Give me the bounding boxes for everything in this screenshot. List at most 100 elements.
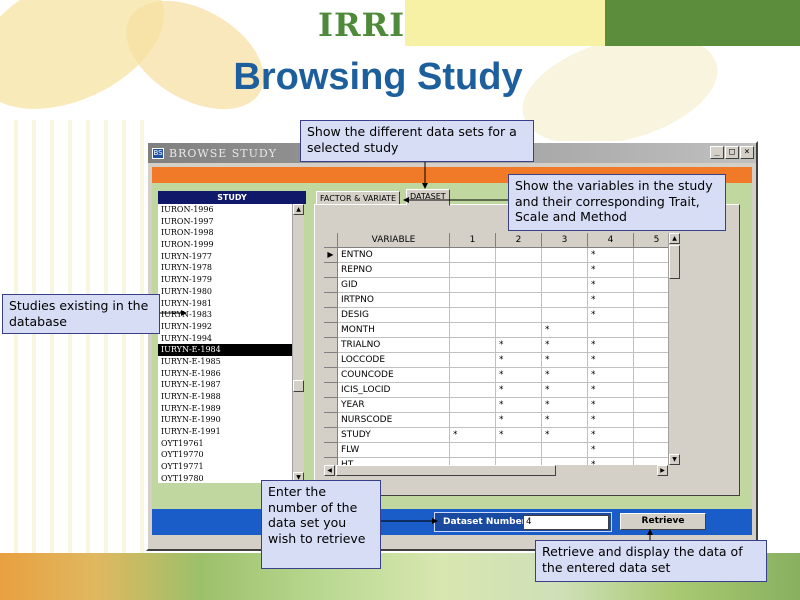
variable-name-cell[interactable]: COUNCODE — [338, 368, 450, 383]
study-list-item[interactable]: OYT19770 — [158, 449, 292, 461]
row-selector[interactable] — [324, 293, 338, 308]
dataset-mark-cell[interactable] — [450, 458, 496, 465]
study-list-item[interactable]: IURYN-E-1986 — [158, 368, 292, 380]
table-row[interactable]: REPNO * — [324, 263, 680, 278]
row-selector[interactable] — [324, 383, 338, 398]
scroll-left-icon[interactable]: ◀ — [324, 465, 335, 476]
row-selector[interactable] — [324, 413, 338, 428]
grid-vertical-scrollbar[interactable]: ▲ ▼ — [668, 233, 680, 465]
close-button[interactable]: × — [740, 146, 754, 159]
dataset-mark-cell[interactable]: * — [588, 308, 634, 323]
table-row[interactable]: STUDY * * * * — [324, 428, 680, 443]
grid-column-header[interactable]: 1 — [450, 233, 496, 248]
scroll-thumb[interactable] — [669, 245, 680, 279]
dataset-mark-cell[interactable]: * — [542, 383, 588, 398]
study-list-item[interactable]: IURYN-E-1990 — [158, 414, 292, 426]
dataset-mark-cell[interactable]: * — [496, 398, 542, 413]
dataset-mark-cell[interactable] — [450, 353, 496, 368]
dataset-mark-cell[interactable] — [496, 443, 542, 458]
dataset-mark-cell[interactable]: * — [542, 368, 588, 383]
dataset-mark-cell[interactable]: * — [588, 263, 634, 278]
row-selector[interactable] — [324, 458, 338, 465]
scroll-thumb[interactable] — [336, 465, 556, 476]
study-list-item[interactable]: IURYN-E-1988 — [158, 391, 292, 403]
study-list-item[interactable]: IURON-1999 — [158, 239, 292, 251]
dataset-mark-cell[interactable] — [450, 248, 496, 263]
dataset-mark-cell[interactable] — [450, 368, 496, 383]
dataset-mark-cell[interactable] — [496, 248, 542, 263]
row-selector[interactable] — [324, 263, 338, 278]
variable-name-cell[interactable]: REPNO — [338, 263, 450, 278]
dataset-mark-cell[interactable]: * — [496, 368, 542, 383]
dataset-mark-cell[interactable]: * — [588, 383, 634, 398]
table-row[interactable]: ▶ ENTNO * — [324, 248, 680, 263]
dataset-mark-cell[interactable]: * — [588, 413, 634, 428]
dataset-mark-cell[interactable]: * — [588, 293, 634, 308]
study-list-item[interactable]: IURYN-1977 — [158, 251, 292, 263]
study-list-item[interactable]: IURON-1996 — [158, 204, 292, 216]
study-list-item[interactable]: IURYN-1980 — [158, 286, 292, 298]
study-list-item[interactable]: IURON-1997 — [158, 216, 292, 228]
scroll-up-icon[interactable]: ▲ — [669, 233, 680, 244]
study-list-scrollbar[interactable]: ▲ ▼ — [292, 204, 304, 483]
dataset-mark-cell[interactable] — [542, 263, 588, 278]
row-selector[interactable] — [324, 323, 338, 338]
row-selector[interactable] — [324, 338, 338, 353]
table-row[interactable]: COUNCODE * * * — [324, 368, 680, 383]
dataset-mark-cell[interactable]: * — [542, 413, 588, 428]
grid-horizontal-scrollbar[interactable]: ◀ ▶ — [324, 465, 680, 476]
grid-column-header[interactable]: 4 — [588, 233, 634, 248]
grid-column-header[interactable]: 3 — [542, 233, 588, 248]
table-row[interactable]: LOCCODE * * * — [324, 353, 680, 368]
dataset-mark-cell[interactable]: * — [588, 458, 634, 465]
dataset-mark-cell[interactable]: * — [588, 443, 634, 458]
study-list-item[interactable]: OYT19771 — [158, 461, 292, 473]
dataset-mark-cell[interactable]: * — [496, 413, 542, 428]
dataset-mark-cell[interactable]: * — [542, 428, 588, 443]
dataset-mark-cell[interactable] — [496, 323, 542, 338]
study-list-item[interactable]: IURYN-E-1989 — [158, 403, 292, 415]
dataset-mark-cell[interactable] — [450, 293, 496, 308]
dataset-mark-cell[interactable]: * — [588, 398, 634, 413]
dataset-mark-cell[interactable] — [496, 263, 542, 278]
study-list-item[interactable]: IURYN-1979 — [158, 274, 292, 286]
grid-column-header[interactable]: 2 — [496, 233, 542, 248]
dataset-mark-cell[interactable] — [588, 323, 634, 338]
current-row-arrow-icon[interactable]: ▶ — [324, 248, 338, 263]
dataset-mark-cell[interactable]: * — [542, 353, 588, 368]
scroll-up-icon[interactable]: ▲ — [293, 204, 304, 215]
scroll-right-icon[interactable]: ▶ — [657, 465, 668, 476]
study-list-item[interactable]: IURYN-E-1984 — [158, 344, 292, 356]
dataset-mark-cell[interactable] — [450, 308, 496, 323]
retrieve-button[interactable]: Retrieve — [620, 513, 706, 530]
dataset-mark-cell[interactable] — [450, 398, 496, 413]
variable-name-cell[interactable]: STUDY — [338, 428, 450, 443]
table-row[interactable]: FLW * — [324, 443, 680, 458]
dataset-mark-cell[interactable] — [542, 308, 588, 323]
table-row[interactable]: HT * — [324, 458, 680, 465]
dataset-mark-cell[interactable] — [496, 278, 542, 293]
study-list-item[interactable]: IURYN-E-1985 — [158, 356, 292, 368]
table-row[interactable]: IRTPNO * — [324, 293, 680, 308]
dataset-mark-cell[interactable]: * — [450, 428, 496, 443]
table-row[interactable]: YEAR * * * — [324, 398, 680, 413]
dataset-mark-cell[interactable] — [496, 308, 542, 323]
dataset-mark-cell[interactable]: * — [496, 428, 542, 443]
dataset-mark-cell[interactable] — [542, 458, 588, 465]
dataset-mark-cell[interactable] — [450, 443, 496, 458]
table-row[interactable]: TRIALNO * * * — [324, 338, 680, 353]
table-row[interactable]: NURSCODE * * * — [324, 413, 680, 428]
variable-name-cell[interactable]: GID — [338, 278, 450, 293]
row-selector[interactable] — [324, 368, 338, 383]
minimize-button[interactable]: _ — [710, 146, 724, 159]
dataset-mark-cell[interactable]: * — [588, 428, 634, 443]
variable-name-cell[interactable]: TRIALNO — [338, 338, 450, 353]
table-row[interactable]: MONTH * — [324, 323, 680, 338]
dataset-mark-cell[interactable]: * — [542, 398, 588, 413]
variable-name-cell[interactable]: ICIS_LOCID — [338, 383, 450, 398]
dataset-mark-cell[interactable]: * — [542, 323, 588, 338]
variable-name-cell[interactable]: LOCCODE — [338, 353, 450, 368]
dataset-mark-cell[interactable] — [542, 293, 588, 308]
dataset-mark-cell[interactable]: * — [588, 278, 634, 293]
dataset-mark-cell[interactable]: * — [588, 338, 634, 353]
